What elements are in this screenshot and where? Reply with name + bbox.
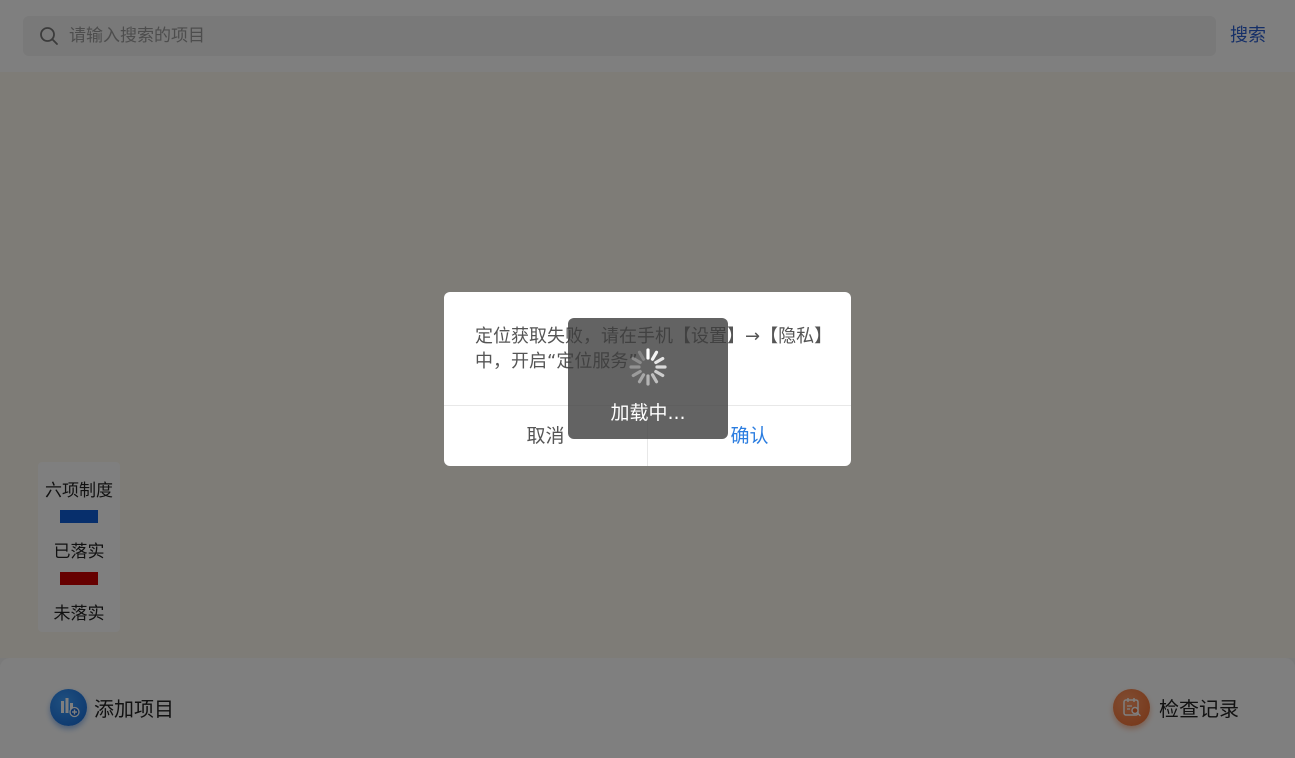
loading-text: 加载中... (610, 402, 686, 424)
loading-toast: 加载中... (568, 318, 728, 439)
spinner-icon (629, 348, 667, 386)
